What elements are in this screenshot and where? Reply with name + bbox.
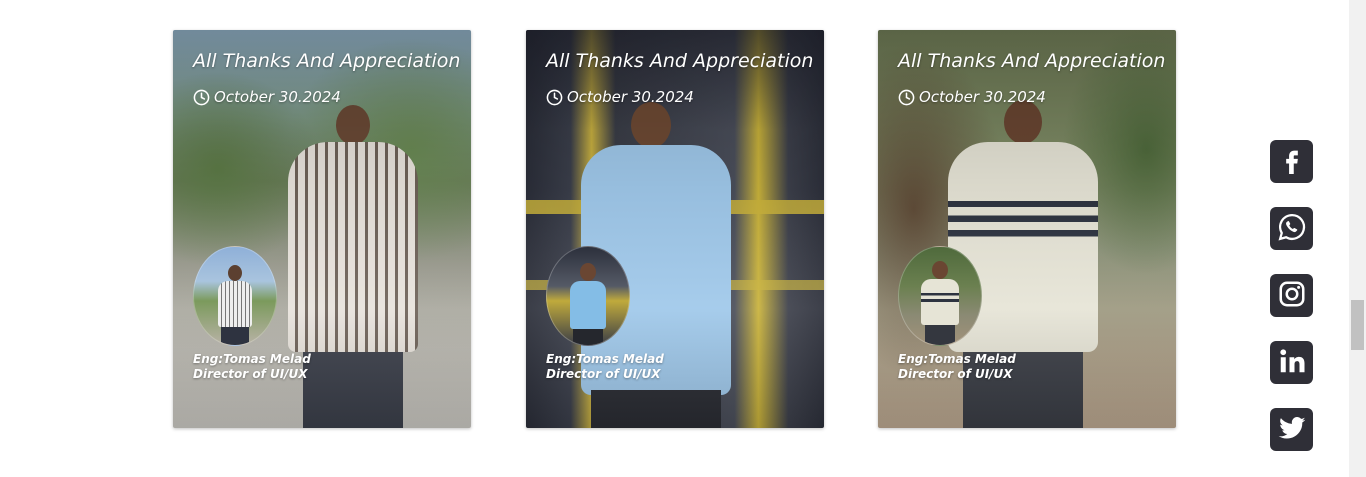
- social-sidebar: [1270, 140, 1313, 475]
- card-date: October 30.2024: [546, 88, 694, 106]
- avatar: [546, 246, 630, 346]
- post-card[interactable]: All Thanks And Appreciation October 30.2…: [526, 30, 824, 428]
- author-info: Eng:Tomas Melad Director of UI/UX: [546, 352, 664, 382]
- card-date-text: October 30.2024: [567, 88, 694, 106]
- author-role: Director of UI/UX: [898, 367, 1013, 381]
- avatar: [898, 246, 982, 346]
- card-date-text: October 30.2024: [919, 88, 1046, 106]
- card-date: October 30.2024: [898, 88, 1046, 106]
- card-title[interactable]: All Thanks And Appreciation: [546, 50, 813, 72]
- card-date: October 30.2024: [193, 88, 341, 106]
- clock-icon: [898, 89, 915, 106]
- facebook-link[interactable]: [1270, 140, 1313, 183]
- instagram-icon: [1277, 279, 1307, 313]
- post-card[interactable]: All Thanks And Appreciation October 30.2…: [878, 30, 1176, 428]
- whatsapp-link[interactable]: [1270, 207, 1313, 250]
- instagram-link[interactable]: [1270, 274, 1313, 317]
- linkedin-link[interactable]: [1270, 341, 1313, 384]
- card-date-text: October 30.2024: [214, 88, 341, 106]
- clock-icon: [193, 89, 210, 106]
- author-info: Eng:Tomas Melad Director of UI/UX: [193, 352, 311, 382]
- author-name: Eng:Tomas Melad: [193, 352, 311, 366]
- whatsapp-icon: [1277, 212, 1307, 246]
- author-role: Director of UI/UX: [546, 367, 661, 381]
- scrollbar-track[interactable]: [1349, 0, 1366, 477]
- post-card[interactable]: All Thanks And Appreciation October 30.2…: [173, 30, 471, 428]
- linkedin-icon: [1277, 346, 1307, 380]
- twitter-link[interactable]: [1270, 408, 1313, 451]
- clock-icon: [546, 89, 563, 106]
- author-name: Eng:Tomas Melad: [546, 352, 664, 366]
- card-title[interactable]: All Thanks And Appreciation: [898, 50, 1165, 72]
- card-title[interactable]: All Thanks And Appreciation: [193, 50, 460, 72]
- author-info: Eng:Tomas Melad Director of UI/UX: [898, 352, 1016, 382]
- avatar: [193, 246, 277, 346]
- twitter-icon: [1276, 412, 1308, 448]
- author-role: Director of UI/UX: [193, 367, 308, 381]
- scrollbar-thumb[interactable]: [1351, 300, 1364, 350]
- author-name: Eng:Tomas Melad: [898, 352, 1016, 366]
- page: All Thanks And Appreciation October 30.2…: [0, 0, 1366, 477]
- facebook-icon: [1278, 146, 1306, 178]
